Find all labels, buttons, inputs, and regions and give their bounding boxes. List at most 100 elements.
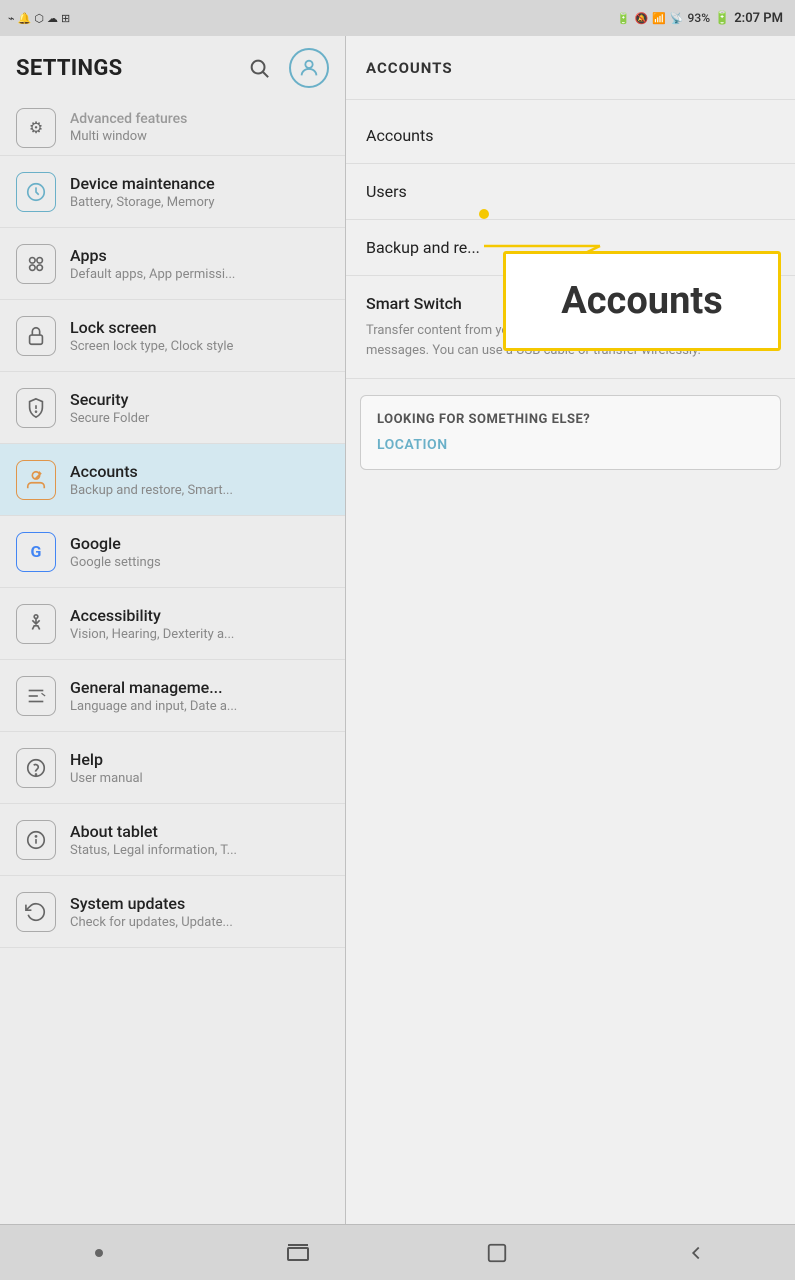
security-icon <box>16 388 56 428</box>
accessibility-text: Accessibility Vision, Hearing, Dexterity… <box>70 606 329 642</box>
smart-switch-title: Smart Switch <box>366 294 775 313</box>
sidebar-title: SETTINGS <box>16 56 122 81</box>
lock-screen-subtitle: Screen lock type, Clock style <box>70 339 270 354</box>
google-title: Google <box>70 534 329 553</box>
sidebar-header: SETTINGS <box>0 36 345 100</box>
status-icon-2: 🔔 <box>18 12 32 25</box>
sidebar-item-accessibility[interactable]: Accessibility Vision, Hearing, Dexterity… <box>0 588 345 660</box>
advanced-icon: ⚙ <box>16 108 56 148</box>
accessibility-subtitle: Vision, Hearing, Dexterity a... <box>70 627 270 642</box>
battery-level: 93% <box>688 11 710 25</box>
lock-screen-text: Lock screen Screen lock type, Clock styl… <box>70 318 329 354</box>
battery-icon: 🔋 <box>617 12 631 25</box>
lock-screen-icon <box>16 316 56 356</box>
general-management-subtitle: Language and input, Date a... <box>70 699 270 714</box>
sidebar-item-device-maintenance[interactable]: Device maintenance Battery, Storage, Mem… <box>0 156 345 228</box>
status-left-icons: ⌁ 🔔 ⬡ ☁ ⊞ <box>8 12 70 25</box>
system-updates-subtitle: Check for updates, Update... <box>70 915 270 930</box>
about-tablet-subtitle: Status, Legal information, T... <box>70 843 270 858</box>
help-text: Help User manual <box>70 750 329 786</box>
system-updates-text: System updates Check for updates, Update… <box>70 894 329 930</box>
sidebar-header-icons <box>241 48 329 88</box>
accessibility-icon <box>16 604 56 644</box>
sidebar-item-general-management[interactable]: General manageme... Language and input, … <box>0 660 345 732</box>
security-title: Security <box>70 390 329 409</box>
sidebar-item-advanced[interactable]: ⚙ Advanced features Multi window <box>0 100 345 156</box>
general-management-text: General manageme... Language and input, … <box>70 678 329 714</box>
status-icon-5: ⊞ <box>61 12 70 25</box>
help-icon <box>16 748 56 788</box>
right-panel-content: Accounts Users Backup and re... Smart Sw… <box>346 100 795 1224</box>
nav-back-button[interactable] <box>666 1233 726 1273</box>
location-link[interactable]: LOCATION <box>377 437 764 453</box>
search-button[interactable] <box>241 50 277 86</box>
google-subtitle: Google settings <box>70 555 270 570</box>
apps-icon <box>16 244 56 284</box>
accounts-panel: ACCOUNTS Accounts Users Backup and re...… <box>346 36 795 1224</box>
smart-switch-description: Transfer content from your old device, i… <box>366 321 775 360</box>
sidebar-item-system-updates[interactable]: System updates Check for updates, Update… <box>0 876 345 948</box>
accounts-icon <box>16 460 56 500</box>
advanced-title: Advanced features <box>70 111 329 127</box>
accounts-subtitle: Backup and restore, Smart... <box>70 483 270 498</box>
security-text: Security Secure Folder <box>70 390 329 426</box>
users-menu-title: Users <box>366 182 775 201</box>
device-maintenance-icon <box>16 172 56 212</box>
backup-menu-title: Backup and re... <box>366 238 775 257</box>
google-text: Google Google settings <box>70 534 329 570</box>
general-management-icon <box>16 676 56 716</box>
lock-screen-title: Lock screen <box>70 318 329 337</box>
about-tablet-icon <box>16 820 56 860</box>
sidebar-item-security[interactable]: Security Secure Folder <box>0 372 345 444</box>
accessibility-title: Accessibility <box>70 606 329 625</box>
accounts-title: Accounts <box>70 462 329 481</box>
nav-recent-button[interactable] <box>268 1233 328 1273</box>
system-updates-icon <box>16 892 56 932</box>
sidebar-item-help[interactable]: Help User manual <box>0 732 345 804</box>
apps-subtitle: Default apps, App permissi... <box>70 267 270 282</box>
general-management-title: General manageme... <box>70 678 329 697</box>
about-tablet-title: About tablet <box>70 822 329 841</box>
right-panel-header: ACCOUNTS <box>346 36 795 100</box>
smart-switch-section[interactable]: Smart Switch Transfer content from your … <box>346 276 795 379</box>
status-bar: ⌁ 🔔 ⬡ ☁ ⊞ 🔋 🔕 📶 📡 93% 🔋 2:07 PM <box>0 0 795 36</box>
looking-for-box: LOOKING FOR SOMETHING ELSE? LOCATION <box>360 395 781 470</box>
device-maintenance-title: Device maintenance <box>70 174 329 193</box>
status-icon-3: ⬡ <box>34 12 44 25</box>
help-subtitle: User manual <box>70 771 270 786</box>
sidebar-item-apps[interactable]: Apps Default apps, App permissi... <box>0 228 345 300</box>
signal-icon: 📡 <box>670 12 684 25</box>
settings-sidebar: SETTINGS ⚙ <box>0 36 345 1224</box>
sidebar-item-accounts[interactable]: Accounts Backup and restore, Smart... <box>0 444 345 516</box>
device-maintenance-text: Device maintenance Battery, Storage, Mem… <box>70 174 329 210</box>
apps-text: Apps Default apps, App permissi... <box>70 246 329 282</box>
status-icon-1: ⌁ <box>8 12 15 25</box>
looking-for-heading: LOOKING FOR SOMETHING ELSE? <box>377 412 764 427</box>
time-display: 2:07 PM <box>734 11 783 26</box>
sidebar-item-lock-screen[interactable]: Lock screen Screen lock type, Clock styl… <box>0 300 345 372</box>
right-panel-title: ACCOUNTS <box>366 59 453 77</box>
profile-button[interactable] <box>289 48 329 88</box>
device-maintenance-subtitle: Battery, Storage, Memory <box>70 195 270 210</box>
sidebar-item-google[interactable]: G Google Google settings <box>0 516 345 588</box>
accounts-text: Accounts Backup and restore, Smart... <box>70 462 329 498</box>
bottom-navigation <box>0 1224 795 1280</box>
backup-menu-item[interactable]: Backup and re... <box>346 220 795 276</box>
status-right-info: 🔋 🔕 📶 📡 93% 🔋 2:07 PM <box>617 11 783 26</box>
wifi-icon: 📶 <box>652 12 666 25</box>
about-tablet-text: About tablet Status, Legal information, … <box>70 822 329 858</box>
help-title: Help <box>70 750 329 769</box>
nav-home-button[interactable] <box>467 1233 527 1273</box>
system-updates-title: System updates <box>70 894 329 913</box>
nav-dot-button[interactable] <box>69 1233 129 1273</box>
advanced-subtitle: Multi window <box>70 129 270 144</box>
apps-title: Apps <box>70 246 329 265</box>
security-subtitle: Secure Folder <box>70 411 270 426</box>
google-icon: G <box>16 532 56 572</box>
accounts-menu-item[interactable]: Accounts <box>346 108 795 164</box>
accounts-menu-title: Accounts <box>366 126 775 145</box>
battery-full-icon: 🔋 <box>714 11 730 26</box>
users-menu-item[interactable]: Users <box>346 164 795 220</box>
sidebar-item-about-tablet[interactable]: About tablet Status, Legal information, … <box>0 804 345 876</box>
settings-items-list: ⚙ Advanced features Multi window Device … <box>0 100 345 1224</box>
